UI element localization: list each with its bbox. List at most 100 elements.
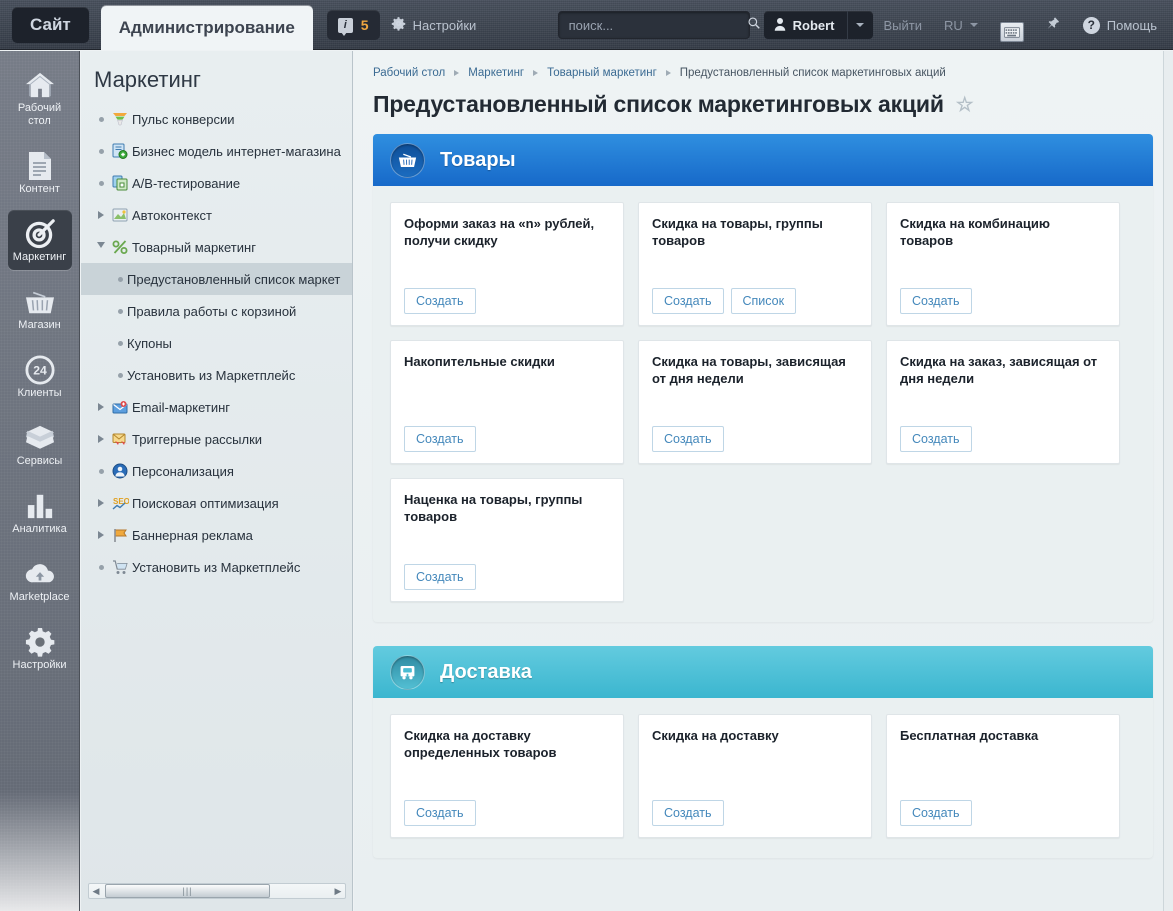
- sidebar-item-desktop[interactable]: Рабочий стол: [8, 61, 72, 134]
- sidebar-item-content[interactable]: Контент: [8, 142, 72, 202]
- tree-item-install-from-marketplace[interactable]: Установить из Маркетплейс: [81, 551, 352, 583]
- tree-twisty-collapsed[interactable]: [94, 211, 108, 219]
- tree-item-trigger-mailings[interactable]: Триггерные рассылки: [81, 423, 352, 455]
- user-menu[interactable]: Robert: [763, 11, 873, 39]
- breadcrumb-item-desktop[interactable]: Рабочий стол: [373, 67, 445, 79]
- tree-twisty-expanded[interactable]: [94, 242, 108, 252]
- tree-item-label: Поисковая оптимизация: [132, 495, 279, 511]
- tree-item-label: Email-маркетинг: [132, 399, 231, 415]
- notifications-counter[interactable]: i 5: [326, 10, 380, 40]
- tree-item-install-from-marketplace-sub[interactable]: Установить из Маркетплейс: [81, 359, 352, 391]
- card-actions: Создать: [900, 800, 1106, 826]
- sidebar-item-settings[interactable]: Настройки: [8, 618, 72, 678]
- keyboard-button[interactable]: [989, 0, 1035, 50]
- sidebar-item-analytics[interactable]: Аналитика: [8, 482, 72, 542]
- scrollbar-track[interactable]: |||: [103, 884, 331, 898]
- tree-twisty[interactable]: [94, 564, 108, 570]
- section-products-cards: Оформи заказ на «n» рублей, получи скидк…: [373, 186, 1153, 622]
- star-outline-icon[interactable]: ☆: [956, 92, 974, 117]
- sidebar-item-marketplace[interactable]: Marketplace: [8, 550, 72, 610]
- create-button[interactable]: Создать: [652, 288, 724, 314]
- sidebar-item-clients[interactable]: 24 Клиенты: [8, 346, 72, 406]
- user-menu-main[interactable]: Robert: [764, 11, 847, 39]
- create-button[interactable]: Создать: [404, 800, 476, 826]
- tree-item-autocontext[interactable]: Автоконтекст: [81, 199, 352, 231]
- create-button[interactable]: Создать: [652, 426, 724, 452]
- keyboard-icon[interactable]: [999, 22, 1024, 42]
- chevron-right-icon: [98, 435, 104, 443]
- bullet-icon: [98, 116, 104, 122]
- sidebar-item-services[interactable]: Сервисы: [8, 414, 72, 474]
- sidebar-item-label: Аналитика: [12, 523, 67, 535]
- breadcrumb-item-marketing[interactable]: Маркетинг: [468, 67, 524, 79]
- tab-site[interactable]: Сайт: [12, 7, 89, 43]
- tree-item-personalization[interactable]: Персонализация: [81, 455, 352, 487]
- card-delivery-discount: Скидка на доставку Создать: [638, 714, 872, 838]
- create-button[interactable]: Создать: [652, 800, 724, 826]
- document-icon: [10, 149, 70, 183]
- pin-icon: [1046, 16, 1061, 34]
- bar-chart-icon: [10, 489, 70, 523]
- sidebar-item-shop[interactable]: Магазин: [8, 278, 72, 338]
- tree-item-business-model[interactable]: Бизнес модель интернет-магазина: [81, 135, 352, 167]
- settings-menu-item[interactable]: Настройки: [380, 0, 488, 50]
- create-button[interactable]: Создать: [404, 564, 476, 590]
- tree-item-coupons[interactable]: Купоны: [81, 327, 352, 359]
- card-actions: Создать: [900, 426, 1106, 452]
- breadcrumb: Рабочий стол Маркетинг Товарный маркетин…: [354, 51, 1173, 79]
- tree-item-banner-ads[interactable]: Баннерная реклама: [81, 519, 352, 551]
- banner-ad-icon: [108, 528, 132, 543]
- list-button[interactable]: Список: [730, 288, 797, 314]
- card-actions: Создать: [900, 288, 1106, 314]
- card-title: Скидка на товары, зависящая от дня недел…: [652, 354, 846, 386]
- tree-twisty-collapsed[interactable]: [94, 531, 108, 539]
- create-button[interactable]: Создать: [404, 288, 476, 314]
- search-input[interactable]: [566, 16, 747, 34]
- tree-item-product-marketing[interactable]: Товарный маркетинг: [81, 231, 352, 263]
- breadcrumb-item-product-marketing[interactable]: Товарный маркетинг: [547, 67, 657, 79]
- logout-button[interactable]: Выйти: [873, 0, 934, 50]
- tree-item-seo[interactable]: SEO Поисковая оптимизация: [81, 487, 352, 519]
- tree-twisty-collapsed[interactable]: [94, 403, 108, 411]
- tree-twisty-collapsed[interactable]: [94, 435, 108, 443]
- tree-item-preset-marketing-list[interactable]: Предустановленный список маркет: [81, 263, 352, 295]
- language-label: RU: [944, 17, 963, 33]
- create-button[interactable]: Создать: [900, 288, 972, 314]
- chevron-right-icon: [98, 499, 104, 507]
- tree-item-conversion-pulse[interactable]: Пульс конверсии: [81, 103, 352, 135]
- card-product-markup: Наценка на товары, группы товаров Создат…: [390, 478, 624, 602]
- layers-icon: [10, 421, 70, 455]
- search-icon[interactable]: [747, 16, 761, 35]
- bullet-icon: [117, 340, 123, 346]
- card-cumulative-discounts: Накопительные скидки Создать: [390, 340, 624, 464]
- tree-horizontal-scrollbar[interactable]: ◀ ||| ▶: [88, 883, 346, 899]
- help-button[interactable]: ? Помощь: [1072, 0, 1173, 50]
- create-button[interactable]: Создать: [900, 426, 972, 452]
- card-actions: Создать Список: [652, 288, 858, 314]
- bullet-icon: [117, 372, 123, 378]
- sidebar-item-marketing[interactable]: Маркетинг: [7, 210, 72, 270]
- scroll-left-arrow-icon[interactable]: ◀: [89, 886, 103, 897]
- tree-item-email-marketing[interactable]: Email-маркетинг: [81, 391, 352, 423]
- language-selector[interactable]: RU: [933, 0, 989, 50]
- tree-twisty[interactable]: [94, 116, 108, 122]
- tree-twisty-collapsed[interactable]: [94, 499, 108, 507]
- scrollbar-thumb[interactable]: |||: [105, 884, 270, 898]
- tree-item-ab-testing[interactable]: A/B-тестирование: [81, 167, 352, 199]
- tree-twisty[interactable]: [94, 180, 108, 186]
- tree-twisty[interactable]: [94, 148, 108, 154]
- create-button[interactable]: Создать: [900, 800, 972, 826]
- create-button[interactable]: Создать: [404, 426, 476, 452]
- pin-button[interactable]: [1035, 0, 1072, 50]
- card-product-group-discount: Скидка на товары, группы товаров Создать…: [638, 202, 872, 326]
- page-vertical-scrollbar[interactable]: [1163, 51, 1173, 911]
- autocontext-icon: [108, 208, 132, 222]
- tree-twisty[interactable]: [94, 468, 108, 474]
- global-search[interactable]: [557, 11, 760, 39]
- tree-item-cart-rules[interactable]: Правила работы с корзиной: [81, 295, 352, 327]
- user-menu-arrow[interactable]: [846, 11, 873, 39]
- sidebar-item-label: Настройки: [12, 659, 67, 671]
- main-content: Рабочий стол Маркетинг Товарный маркетин…: [354, 51, 1173, 911]
- tab-administration[interactable]: Администрирование: [100, 6, 313, 50]
- scroll-right-arrow-icon[interactable]: ▶: [331, 886, 345, 897]
